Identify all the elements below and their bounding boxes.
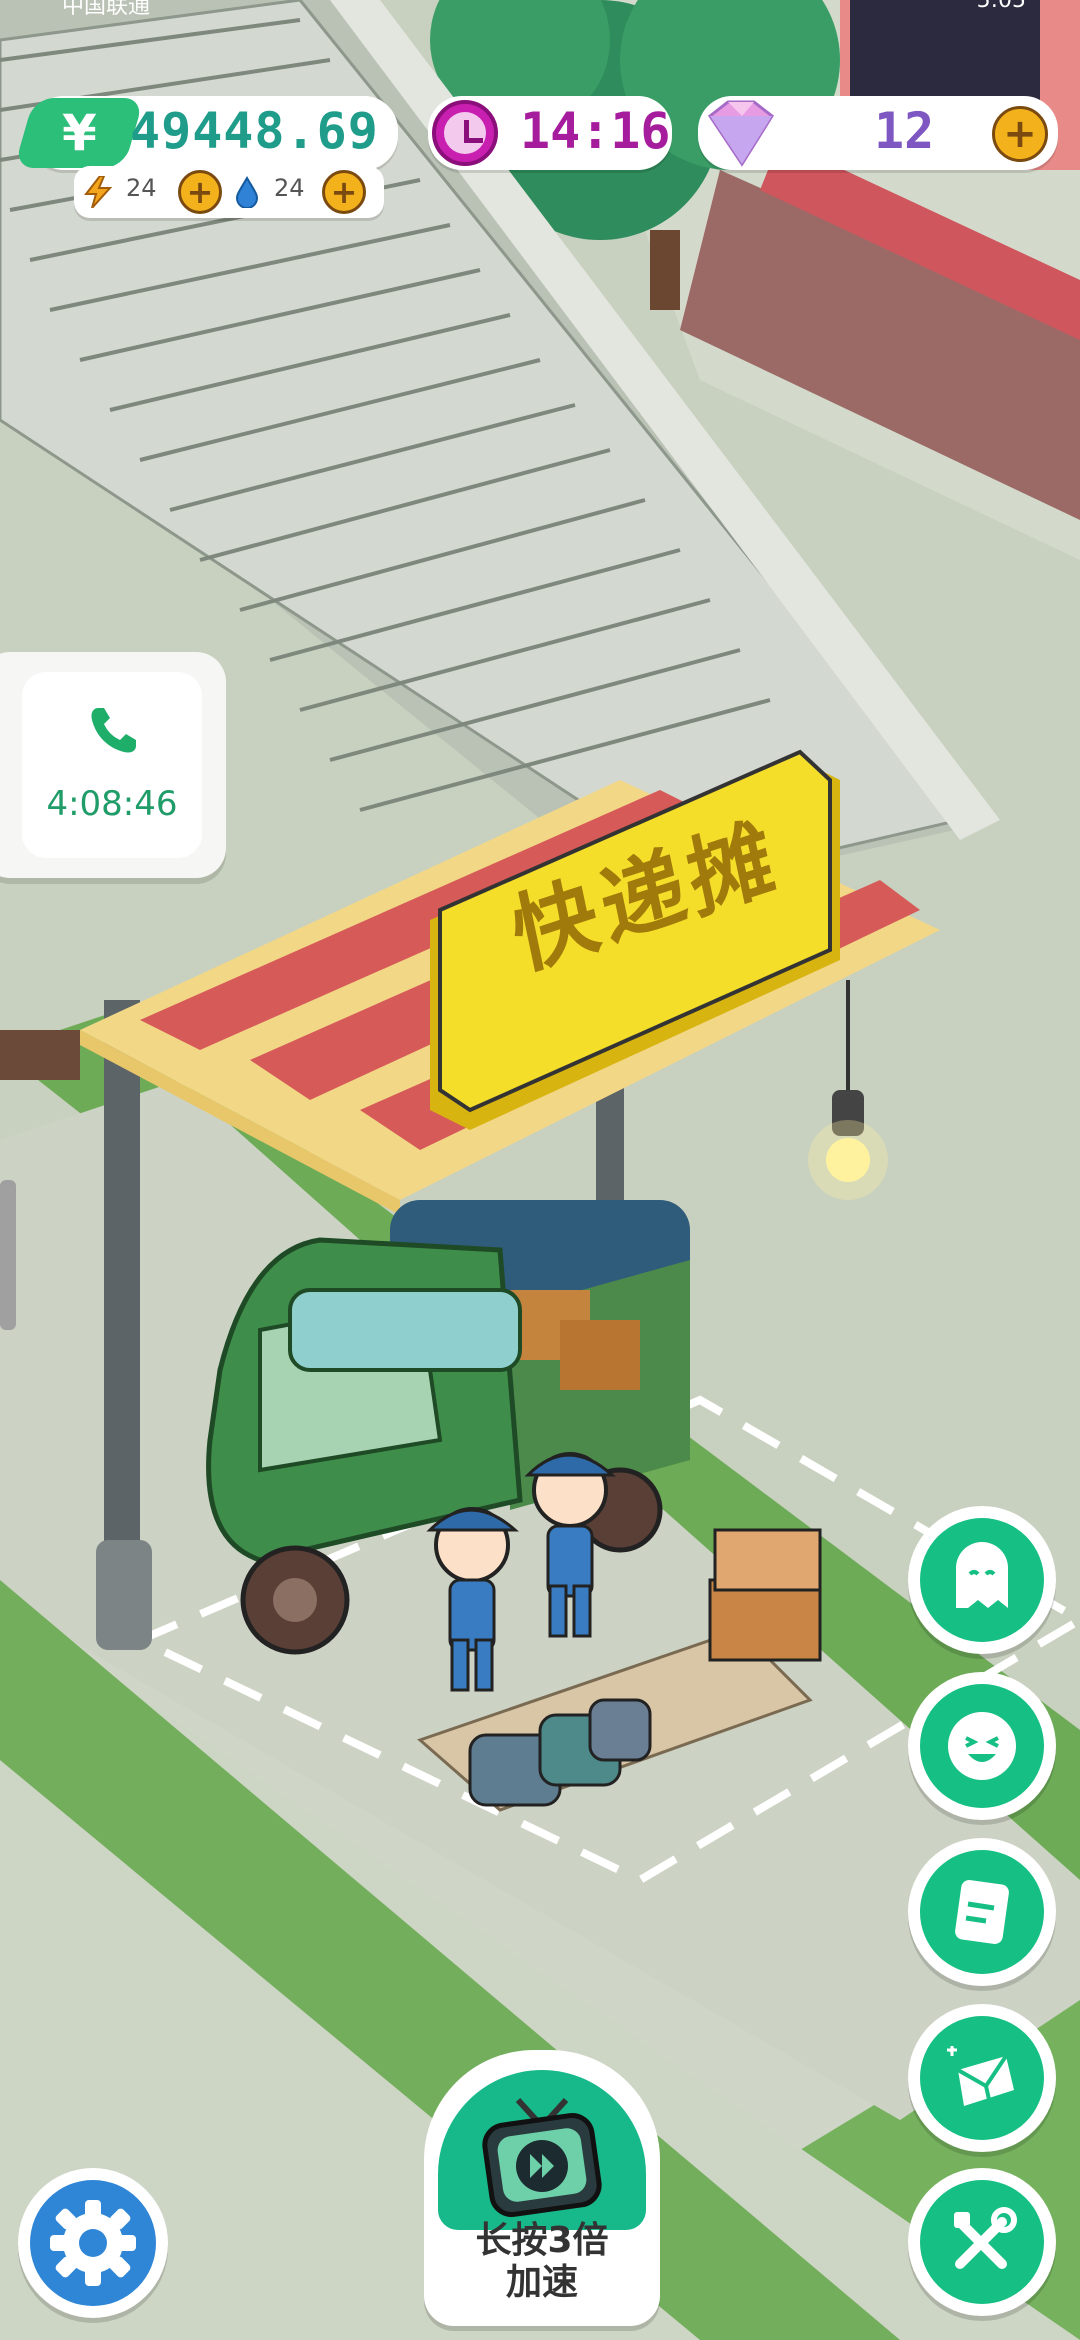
carrier-label: 中国联通	[62, 0, 151, 19]
notes-button[interactable]	[908, 1838, 1056, 1986]
game-timer: 14:16	[428, 96, 672, 170]
notes-icon	[955, 1879, 1009, 1945]
gem-counter[interactable]: 12 +	[698, 96, 1058, 170]
phone-call-card[interactable]: 4:08:46	[22, 672, 202, 858]
phone-call-widget[interactable]: 4:08:46	[0, 652, 226, 878]
resource-bar: 24 + 24 +	[74, 166, 384, 218]
speed-up-button[interactable]: 长按3倍 加速	[424, 2050, 660, 2326]
settings-button[interactable]	[18, 2168, 168, 2318]
energy-value: 24	[126, 174, 157, 202]
tv-fast-forward-icon	[482, 2097, 602, 2217]
tools-icon	[954, 2207, 1017, 2269]
call-timer: 4:08:46	[46, 784, 178, 824]
lightning-icon	[84, 176, 112, 208]
gem-shop-icon	[947, 2046, 1014, 2106]
gem-icon	[707, 100, 774, 167]
game-scene	[0, 0, 1080, 2340]
water-value: 24	[274, 174, 305, 202]
speed-up-label: 长按3倍 加速	[424, 2220, 660, 2304]
status-bar: 中国联通 5:05	[0, 0, 1080, 19]
money-value: 49448.69	[130, 102, 379, 160]
gem-value: 12	[874, 102, 935, 160]
smiley-face-icon	[948, 1712, 1016, 1780]
add-water-button[interactable]: +	[322, 170, 366, 214]
add-gems-button[interactable]: +	[992, 106, 1048, 162]
money-counter[interactable]: ¥ 49448.69	[13, 96, 398, 170]
tools-button[interactable]	[908, 2168, 1056, 2316]
phone-icon	[91, 708, 136, 753]
money-icon: ¥	[13, 98, 145, 168]
status-clock: 5:05	[976, 0, 1026, 13]
water-drop-icon	[235, 176, 259, 208]
timer-value: 14:16	[520, 102, 671, 160]
clock-icon	[432, 100, 498, 166]
speed-up-label-line1: 长按3倍	[475, 2220, 609, 2261]
speed-up-label-line2: 加速	[505, 2262, 578, 2303]
shop-button[interactable]	[908, 2004, 1056, 2152]
ghost-chat-icon	[956, 1542, 1008, 1608]
chat-button[interactable]	[908, 1506, 1056, 1654]
gear-icon	[50, 2200, 136, 2286]
add-energy-button[interactable]: +	[178, 170, 222, 214]
emote-button[interactable]	[908, 1672, 1056, 1820]
